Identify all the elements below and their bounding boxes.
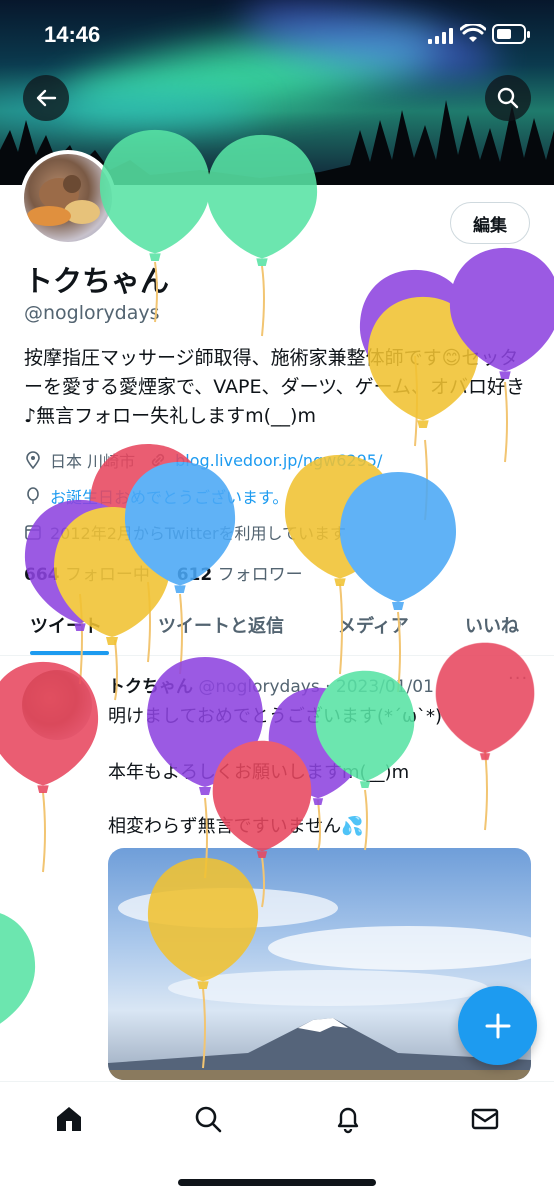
tweet-separator: · bbox=[325, 677, 331, 697]
following-link[interactable]: 664 フォロー中 bbox=[24, 565, 150, 585]
back-button[interactable] bbox=[23, 75, 69, 121]
profile-meta-joined: 2012年2月からTwitterを利用しています bbox=[24, 520, 346, 544]
cat-photo bbox=[27, 175, 100, 226]
nav-messages[interactable] bbox=[468, 1102, 502, 1136]
tab-tweets-and-replies[interactable]: ツイートと返信 bbox=[158, 612, 284, 638]
follow-stats: 664 フォロー中 612 フォロワー bbox=[24, 560, 303, 585]
profile-meta-birthday: お誕生日おめでとうございます。 bbox=[24, 484, 288, 508]
status-bar: 14:46 bbox=[0, 0, 554, 70]
edit-profile-button[interactable]: 編集 bbox=[450, 202, 530, 244]
profile-tabs: ツイート ツイートと返信 メディア いいね bbox=[0, 600, 554, 656]
calendar-icon bbox=[24, 523, 46, 541]
tweet-date[interactable]: 2023/01/01 bbox=[336, 677, 434, 697]
tweet-handle: @noglorydays bbox=[198, 677, 320, 697]
tweet-more-button[interactable]: ··· bbox=[508, 668, 528, 689]
followers-link[interactable]: 612 フォロワー bbox=[177, 565, 303, 585]
tab-likes[interactable]: いいね bbox=[465, 612, 519, 638]
tab-tweets[interactable]: ツイート bbox=[30, 612, 102, 638]
joined-text: 2012年2月からTwitterを利用しています bbox=[50, 524, 347, 543]
clock-time: 14:46 bbox=[44, 22, 101, 47]
profile-bio: 按摩指圧マッサージ師取得、施術家兼整体師です😊セッターを愛する愛煙家で、VAPE… bbox=[24, 347, 526, 427]
website-link[interactable]: blog.livedoor.jp/ngw6295/ bbox=[175, 451, 382, 470]
tweet-avatar[interactable] bbox=[22, 670, 92, 740]
home-icon bbox=[57, 1107, 81, 1131]
mail-icon bbox=[471, 1108, 499, 1130]
plus-icon bbox=[485, 1013, 510, 1038]
profile-handle: @noglorydays bbox=[24, 302, 160, 324]
following-label: フォロー中 bbox=[64, 565, 150, 585]
search-icon bbox=[497, 87, 519, 109]
wifi-icon bbox=[460, 24, 486, 42]
compose-tweet-button[interactable] bbox=[458, 986, 537, 1065]
search-icon bbox=[195, 1106, 222, 1133]
followers-count: 612 bbox=[176, 565, 213, 585]
location-pin-icon bbox=[24, 451, 46, 469]
following-count: 664 bbox=[24, 565, 60, 585]
active-tab-indicator bbox=[30, 651, 109, 655]
nav-search[interactable] bbox=[191, 1102, 225, 1136]
battery-icon bbox=[492, 24, 530, 44]
arrow-left-icon bbox=[36, 89, 57, 107]
home-indicator bbox=[178, 1179, 376, 1186]
birthday-text[interactable]: お誕生日おめでとうございます。 bbox=[50, 484, 288, 508]
tweet-text-line: 相変わらず無言ですいません💦 bbox=[108, 816, 364, 837]
link-icon bbox=[149, 451, 171, 469]
tweet-header: トクちゃん @noglorydays · 2023/01/01 bbox=[108, 672, 434, 697]
nav-home[interactable] bbox=[52, 1102, 86, 1136]
search-button[interactable] bbox=[485, 75, 531, 121]
tab-media[interactable]: メディア bbox=[338, 612, 409, 638]
nav-notifications[interactable] bbox=[331, 1102, 365, 1136]
cellular-signal-icon bbox=[428, 28, 453, 44]
profile-name: トクちゃん bbox=[24, 264, 170, 298]
profile-avatar[interactable] bbox=[20, 150, 116, 246]
location-text: 日本 川崎市 bbox=[50, 452, 136, 471]
tweet-text-line: 本年もよろしくお願いしますm(__)m bbox=[108, 762, 410, 783]
followers-label: フォロワー bbox=[217, 565, 303, 585]
profile-meta-location-website: 日本 川崎市 blog.livedoor.jp/ngw6295/ bbox=[24, 448, 382, 472]
tweet-author[interactable]: トクちゃん bbox=[108, 677, 193, 697]
bell-icon bbox=[337, 1107, 359, 1134]
tweet-text-line: 明けましておめでとうございます(*´ω`*) bbox=[108, 706, 443, 727]
balloon-icon bbox=[24, 487, 46, 505]
